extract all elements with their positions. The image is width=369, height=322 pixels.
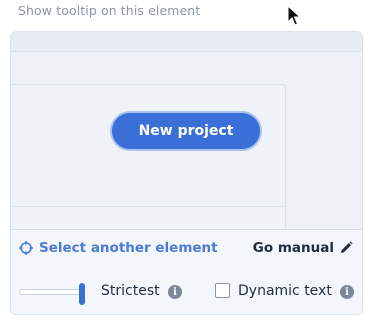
slider-track[interactable] xyxy=(19,289,85,295)
preview-topbar xyxy=(11,32,362,52)
select-another-label: Select another element xyxy=(39,240,218,256)
preview-card xyxy=(11,84,286,229)
pencil-icon xyxy=(341,241,353,253)
tooltip-controls: Strictest i Dynamic text i xyxy=(11,278,362,305)
slider-thumb[interactable] xyxy=(79,283,85,305)
go-manual-button[interactable]: Go manual xyxy=(253,240,353,256)
strictness-label: Strictest xyxy=(101,283,160,299)
element-preview: New project xyxy=(11,32,362,230)
mouse-cursor-icon xyxy=(287,5,301,26)
new-project-button[interactable]: New project xyxy=(110,111,262,151)
dynamic-text-info-icon[interactable]: i xyxy=(340,285,354,299)
tooltip-settings-panel: New project Select another element Go ma… xyxy=(10,31,363,315)
go-manual-label: Go manual xyxy=(252,240,334,256)
dynamic-text-label[interactable]: Dynamic text xyxy=(238,283,332,299)
preview-card-divider xyxy=(11,206,285,207)
crosshair-icon xyxy=(19,241,33,255)
strictness-info-icon[interactable]: i xyxy=(168,285,182,299)
strictness-slider[interactable] xyxy=(19,283,85,305)
element-toolbar: Select another element Go manual xyxy=(11,237,362,261)
dynamic-text-checkbox[interactable] xyxy=(215,283,230,298)
select-another-element-link[interactable]: Select another element xyxy=(19,240,218,256)
tooltip-heading: Show tooltip on this element xyxy=(18,3,201,18)
